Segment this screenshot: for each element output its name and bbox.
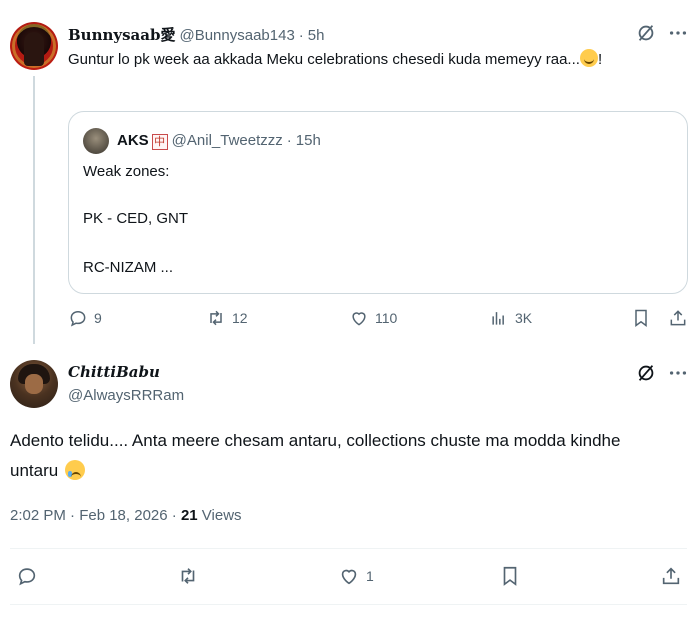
name-badge: 中: [151, 134, 168, 150]
views-label: Views: [197, 507, 242, 524]
repost-button[interactable]: 12: [206, 308, 248, 328]
reply-icon: [18, 568, 36, 586]
reply-button[interactable]: [16, 565, 38, 587]
reply-icon: [70, 310, 86, 327]
share-icon: [662, 567, 680, 585]
tweet-text-content: Guntur lo pk week aa akkada Meku celebra…: [68, 51, 580, 68]
like-count: 1: [366, 568, 374, 584]
views-count: 21: [180, 507, 198, 524]
like-count: 110: [375, 310, 398, 326]
separator-dot: ·: [298, 27, 304, 44]
avatar[interactable]: [10, 360, 58, 408]
heart-icon: [352, 312, 366, 326]
user-handle[interactable]: @Bunnysaab143: [179, 27, 294, 44]
quoted-display-name: AKS: [117, 132, 149, 149]
bookmark-icon: [503, 566, 517, 586]
quoted-header: AKS 中 @Anil_Tweetzzz · 15h: [117, 132, 321, 150]
bookmark-button[interactable]: [631, 308, 651, 328]
display-name[interactable]: Bunnysaab愛: [68, 24, 175, 45]
like-button[interactable]: 1: [338, 565, 374, 587]
tweet-action-bar: 9 12 110 3K: [68, 308, 690, 334]
quoted-tweet-card[interactable]: AKS 中 @Anil_Tweetzzz · 15h Weak zones: P…: [68, 111, 688, 294]
tweet-header: Bunnysaab愛 @Bunnysaab143 · 5h: [68, 24, 324, 45]
quoted-handle: @Anil_Tweetzzz: [171, 132, 283, 149]
tweet-action-bar: 1: [10, 565, 687, 593]
repost-icon: [181, 568, 195, 584]
divider: [10, 604, 687, 605]
separator-dot: ·: [286, 132, 292, 149]
views-count: 3K: [515, 310, 533, 326]
share-icon: [670, 310, 686, 326]
grok-icon[interactable]: [635, 22, 657, 44]
more-options-icon[interactable]: [667, 22, 689, 44]
views-button[interactable]: 3K: [489, 308, 532, 328]
more-options-icon[interactable]: [667, 362, 689, 384]
heart-icon: [341, 569, 357, 585]
like-button[interactable]: 110: [349, 308, 397, 328]
quoted-time: 15h: [295, 132, 321, 149]
user-handle[interactable]: @AlwaysRRRam: [68, 387, 184, 404]
avatar[interactable]: [10, 22, 58, 70]
repost-button[interactable]: [177, 565, 199, 587]
repost-icon: [210, 310, 222, 326]
tweet-text: Guntur lo pk week aa akkada Meku celebra…: [68, 49, 668, 71]
thread-connector-line: [33, 76, 35, 344]
bookmark-icon: [635, 309, 647, 327]
timestamp[interactable]: 2:02 PM · Feb 18, 2026 ·: [10, 507, 181, 524]
share-button[interactable]: [668, 308, 688, 328]
analytics-icon: [492, 312, 504, 325]
parent-tweet[interactable]: Bunnysaab愛 @Bunnysaab143 · 5h Guntur lo …: [0, 0, 697, 345]
avatar-figure: [24, 32, 44, 66]
repost-count: 12: [232, 310, 248, 326]
tweet-text: Adento telidu.... Anta meere chesam anta…: [10, 426, 650, 486]
tweet-text-content: Adento telidu.... Anta meere chesam anta…: [10, 431, 621, 480]
quoted-text-line: RC-NIZAM ...: [83, 259, 173, 276]
tweet-text-suffix: !: [597, 51, 603, 68]
display-name[interactable]: ChittiBabu: [68, 363, 160, 381]
tweet-time[interactable]: 5h: [308, 27, 325, 44]
quoted-text-line: PK - CED, GNT: [83, 210, 189, 227]
relieved-face-emoji: [579, 49, 598, 67]
reply-button[interactable]: 9: [68, 308, 102, 328]
share-button[interactable]: [660, 565, 682, 587]
quoted-avatar[interactable]: [83, 128, 109, 154]
quoted-text-line: Weak zones:: [83, 163, 170, 180]
divider: [10, 548, 687, 549]
tweet-metadata: 2:02 PM · Feb 18, 2026 · 21 Views: [10, 507, 242, 524]
grok-icon[interactable]: [635, 362, 657, 384]
crying-face-emoji: [64, 460, 85, 480]
tweet-thread: Bunnysaab愛 @Bunnysaab143 · 5h Guntur lo …: [0, 0, 697, 620]
bookmark-button[interactable]: [499, 565, 521, 587]
reply-count: 9: [94, 310, 102, 326]
avatar-face: [25, 374, 43, 394]
